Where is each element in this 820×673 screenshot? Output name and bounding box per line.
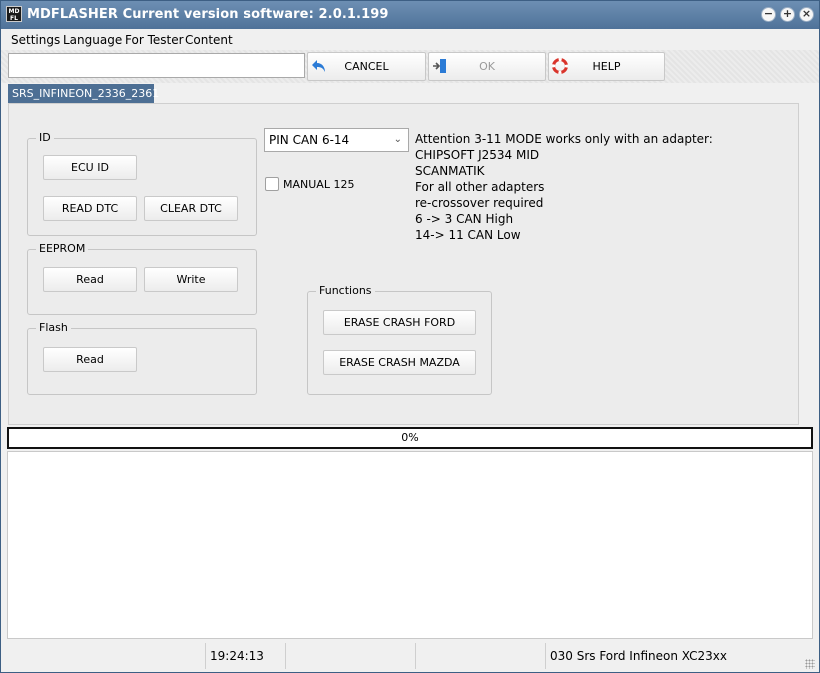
manual-125-label: MANUAL 125 — [283, 178, 355, 191]
erase-crash-mazda-button[interactable]: ERASE CRASH MAZDA — [323, 350, 476, 375]
eeprom-read-button[interactable]: Read — [43, 267, 137, 292]
status-bar: 19:24:13 030 Srs Ford Infineon XC23xx — [1, 641, 819, 672]
status-cell-1 — [7, 643, 206, 669]
menu-for-tester[interactable]: For Tester — [125, 33, 184, 47]
ok-button[interactable]: OK — [428, 52, 546, 81]
flash-group: Flash Read — [27, 321, 257, 395]
status-cell-3 — [286, 643, 416, 669]
toolbar: CANCEL OK HELP — [1, 50, 819, 83]
main-panel: ID ECU ID READ DTC CLEAR DTC EEPROM Read… — [8, 103, 799, 425]
status-time: 19:24:13 — [206, 643, 286, 669]
id-group: ID ECU ID READ DTC CLEAR DTC — [27, 131, 257, 236]
clear-dtc-button[interactable]: CLEAR DTC — [144, 196, 238, 221]
erase-crash-ford-button[interactable]: ERASE CRASH FORD — [323, 310, 476, 335]
help-label: HELP — [592, 60, 621, 73]
app-logo-icon: MD FL — [6, 6, 22, 22]
note-line: CHIPSOFT J2534 MID — [415, 148, 540, 162]
progress-bar: 0% — [7, 427, 813, 449]
flash-read-button[interactable]: Read — [43, 347, 137, 372]
app-window: MD FL MDFLASHER Current version software… — [0, 0, 820, 673]
eeprom-group: EEPROM Read Write — [27, 242, 257, 315]
tab-srs-infineon[interactable]: SRS_INFINEON_2336_2361 — [8, 84, 159, 103]
log-output[interactable] — [7, 451, 813, 639]
eeprom-group-title: EEPROM — [36, 242, 89, 255]
functions-group: Functions ERASE CRASH FORD ERASE CRASH M… — [307, 284, 492, 395]
progress-text: 0% — [401, 431, 419, 444]
help-button[interactable]: HELP — [548, 52, 665, 81]
ok-label: OK — [479, 60, 495, 73]
pin-can-select[interactable]: PIN CAN 6-14 ⌄ — [264, 128, 409, 152]
maximize-button[interactable]: + — [780, 7, 795, 22]
status-cell-4 — [416, 643, 546, 669]
menu-content[interactable]: Content — [185, 33, 233, 47]
functions-group-title: Functions — [316, 284, 375, 297]
note-line: SCANMATIK — [415, 164, 485, 178]
note-line: 6 -> 3 CAN High — [415, 212, 514, 226]
ecu-id-button[interactable]: ECU ID — [43, 155, 137, 180]
read-dtc-button[interactable]: READ DTC — [43, 196, 137, 221]
menu-settings[interactable]: Settings — [11, 33, 60, 47]
window-title: MDFLASHER Current version software: 2.0.… — [27, 7, 389, 22]
resize-grip-icon[interactable] — [805, 659, 815, 669]
pin-can-value: PIN CAN 6-14 — [269, 133, 350, 147]
menu-language[interactable]: Language — [63, 33, 122, 47]
cancel-button[interactable]: CANCEL — [307, 52, 426, 81]
id-group-title: ID — [36, 131, 54, 144]
close-button[interactable]: × — [799, 7, 814, 22]
title-bar[interactable]: MD FL MDFLASHER Current version software… — [1, 1, 819, 29]
note-line: Attention 3-11 MODE works only with an a… — [415, 132, 713, 146]
minimize-button[interactable]: − — [761, 7, 776, 22]
note-line: 14-> 11 CAN Low — [415, 228, 521, 242]
cancel-label: CANCEL — [344, 60, 389, 73]
note-line: re-crossover required — [415, 196, 544, 210]
manual-125-checkbox[interactable] — [265, 177, 279, 191]
chevron-down-icon: ⌄ — [393, 134, 402, 145]
status-module: 030 Srs Ford Infineon XC23xx — [550, 649, 727, 663]
note-line: For all other adapters — [415, 180, 545, 194]
adapter-notes: Attention 3-11 MODE works only with an a… — [415, 131, 713, 243]
flash-group-title: Flash — [36, 321, 71, 334]
eeprom-write-button[interactable]: Write — [144, 267, 238, 292]
toolbar-input[interactable] — [8, 53, 305, 78]
menu-bar: Settings Language For Tester Content — [1, 29, 819, 50]
